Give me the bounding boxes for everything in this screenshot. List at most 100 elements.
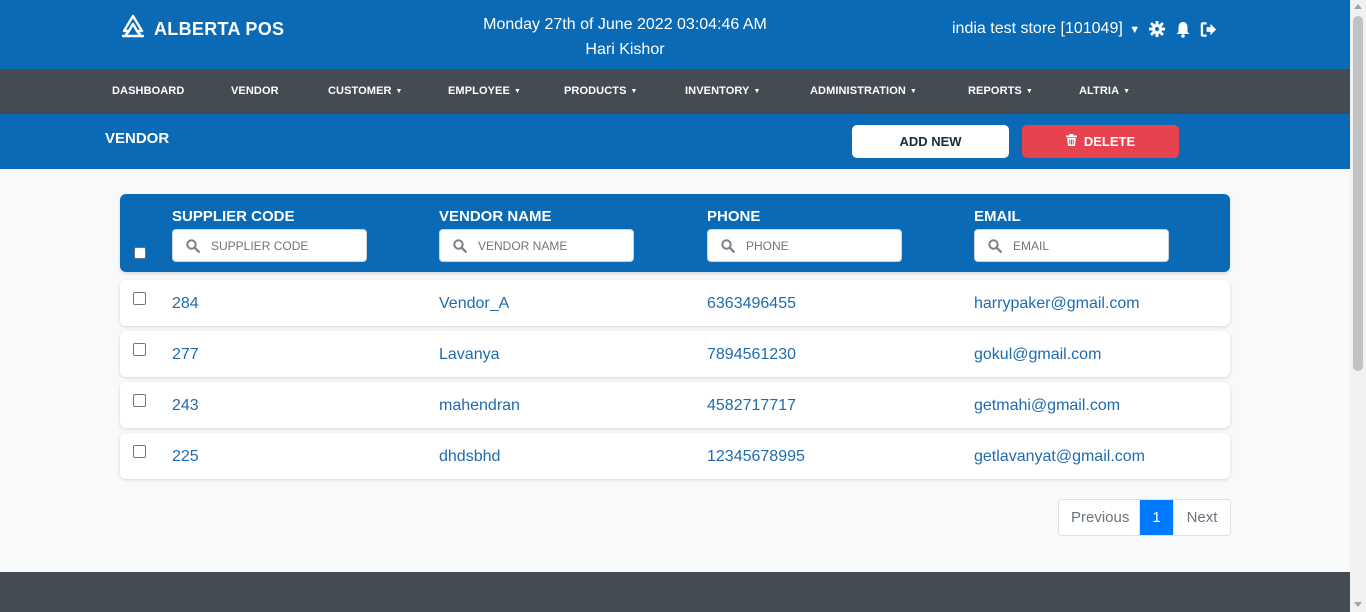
vendor-name-cell[interactable]: dhdsbhd (439, 448, 500, 466)
nav-label: CUSTOMER (328, 85, 392, 97)
trash-icon (1065, 134, 1077, 149)
nav-dashboard[interactable]: DASHBOARD (112, 69, 184, 114)
vendor-name-cell[interactable]: Lavanya (439, 346, 500, 364)
caret-down-icon: ▼ (753, 88, 761, 95)
vendor-name-cell[interactable]: Vendor_A (439, 295, 509, 313)
vendor-name-search (439, 229, 634, 262)
caret-down-icon: ▼ (1123, 88, 1131, 95)
email-cell[interactable]: getlavanyat@gmail.com (974, 448, 1145, 466)
sign-out-icon[interactable] (1200, 20, 1218, 38)
column-phone: PHONE (707, 208, 902, 262)
row-checkbox[interactable] (133, 292, 146, 305)
column-header: SUPPLIER CODE (172, 208, 295, 225)
vendor-name-cell[interactable]: mahendran (439, 397, 520, 415)
email-input[interactable] (1013, 230, 1163, 261)
column-supplier-code: SUPPLIER CODE (172, 208, 367, 262)
user-name: Hari Kishor (585, 41, 665, 58)
nav-label: PRODUCTS (564, 85, 627, 97)
alberta-logo-icon (120, 14, 146, 45)
search-icon (721, 239, 735, 258)
nav-administration[interactable]: ADMINISTRATION ▼ (810, 69, 917, 114)
search-icon (453, 239, 467, 258)
pagination: Previous 1 Next (1058, 499, 1231, 536)
phone-cell[interactable]: 12345678995 (707, 448, 805, 466)
row-checkbox[interactable] (133, 394, 146, 407)
column-email: EMAIL (974, 208, 1169, 262)
nav-label: EMPLOYEE (448, 85, 510, 97)
add-new-button[interactable]: ADD NEW (852, 125, 1009, 158)
gear-icon[interactable] (1148, 20, 1166, 38)
row-checkbox[interactable] (133, 445, 146, 458)
page-header: VENDOR ADD NEW DELETE (0, 114, 1350, 169)
table-header: SUPPLIER CODE VENDOR NAME PHONE EMAIL (120, 194, 1230, 272)
supplier-code-cell[interactable]: 225 (172, 448, 199, 466)
top-bar: ALBERTA POS Monday 27th of June 2022 03:… (0, 0, 1350, 69)
footer (0, 572, 1350, 612)
nav-label: ADMINISTRATION (810, 85, 906, 97)
nav-label: REPORTS (968, 85, 1022, 97)
phone-cell[interactable]: 7894561230 (707, 346, 796, 364)
nav-reports[interactable]: REPORTS ▼ (968, 69, 1033, 114)
caret-down-icon: ▼ (1129, 24, 1141, 36)
next-page-button[interactable]: Next (1173, 500, 1230, 535)
store-name: india test store [101049] (952, 20, 1123, 37)
scroll-thumb[interactable] (1353, 16, 1363, 371)
brand-logo[interactable]: ALBERTA POS (120, 14, 284, 45)
supplier-code-input[interactable] (211, 230, 361, 261)
current-datetime: Monday 27th of June 2022 03:04:46 AM (483, 16, 767, 33)
caret-down-icon: ▼ (513, 88, 521, 95)
caret-down-icon: ▼ (1025, 88, 1033, 95)
phone-search (707, 229, 902, 262)
supplier-code-cell[interactable]: 277 (172, 346, 199, 364)
column-vendor-name: VENDOR NAME (439, 208, 634, 262)
supplier-code-cell[interactable]: 243 (172, 397, 199, 415)
nav-altria[interactable]: ALTRIA ▼ (1079, 69, 1130, 114)
table-row[interactable]: 277 Lavanya 7894561230 gokul@gmail.com (120, 331, 1230, 377)
main-nav: DASHBOARD VENDOR CUSTOMER ▼ EMPLOYEE ▼ PRO… (0, 69, 1350, 114)
scroll-up-arrow-icon[interactable] (1354, 4, 1362, 9)
email-cell[interactable]: getmahi@gmail.com (974, 397, 1120, 415)
column-header: VENDOR NAME (439, 208, 552, 225)
email-cell[interactable]: gokul@gmail.com (974, 346, 1101, 364)
store-area: india test store [101049] ▼ (952, 20, 1218, 38)
table-row[interactable]: 284 Vendor_A 6363496455 harrypaker@gmail… (120, 280, 1230, 326)
supplier-code-cell[interactable]: 284 (172, 295, 199, 313)
search-icon (186, 239, 200, 258)
caret-down-icon: ▼ (909, 88, 917, 95)
bell-icon[interactable] (1174, 20, 1192, 38)
nav-label: VENDOR (231, 85, 279, 97)
column-header: EMAIL (974, 208, 1021, 225)
phone-cell[interactable]: 6363496455 (707, 295, 796, 313)
phone-input[interactable] (746, 230, 896, 261)
nav-label: ALTRIA (1079, 85, 1120, 97)
phone-cell[interactable]: 4582717717 (707, 397, 796, 415)
caret-down-icon: ▼ (630, 88, 638, 95)
supplier-code-search (172, 229, 367, 262)
header-info: Monday 27th of June 2022 03:04:46 AM Har… (475, 12, 775, 62)
vertical-scrollbar[interactable] (1350, 0, 1366, 612)
email-search (974, 229, 1169, 262)
table-row[interactable]: 243 mahendran 4582717717 getmahi@gmail.c… (120, 382, 1230, 428)
nav-inventory[interactable]: INVENTORY ▼ (685, 69, 761, 114)
caret-down-icon: ▼ (395, 88, 403, 95)
select-all-checkbox[interactable] (134, 247, 146, 259)
previous-page-button[interactable]: Previous (1059, 500, 1140, 535)
nav-customer[interactable]: CUSTOMER ▼ (328, 69, 403, 114)
table-row[interactable]: 225 dhdsbhd 12345678995 getlavanyat@gmai… (120, 433, 1230, 479)
store-selector[interactable]: india test store [101049] ▼ (952, 20, 1140, 38)
nav-vendor[interactable]: VENDOR (231, 69, 279, 114)
nav-products[interactable]: PRODUCTS ▼ (564, 69, 638, 114)
email-cell[interactable]: harrypaker@gmail.com (974, 295, 1140, 313)
scroll-down-arrow-icon[interactable] (1354, 602, 1362, 607)
nav-label: INVENTORY (685, 85, 750, 97)
page-1-button[interactable]: 1 (1140, 500, 1173, 535)
button-label: DELETE (1083, 134, 1136, 149)
delete-button[interactable]: DELETE (1022, 125, 1179, 158)
button-label: ADD NEW (899, 134, 962, 149)
nav-label: DASHBOARD (112, 85, 185, 97)
nav-employee[interactable]: EMPLOYEE ▼ (448, 69, 521, 114)
row-checkbox[interactable] (133, 343, 146, 356)
column-header: PHONE (707, 208, 761, 225)
vendor-name-input[interactable] (478, 230, 628, 261)
search-icon (988, 239, 1002, 258)
